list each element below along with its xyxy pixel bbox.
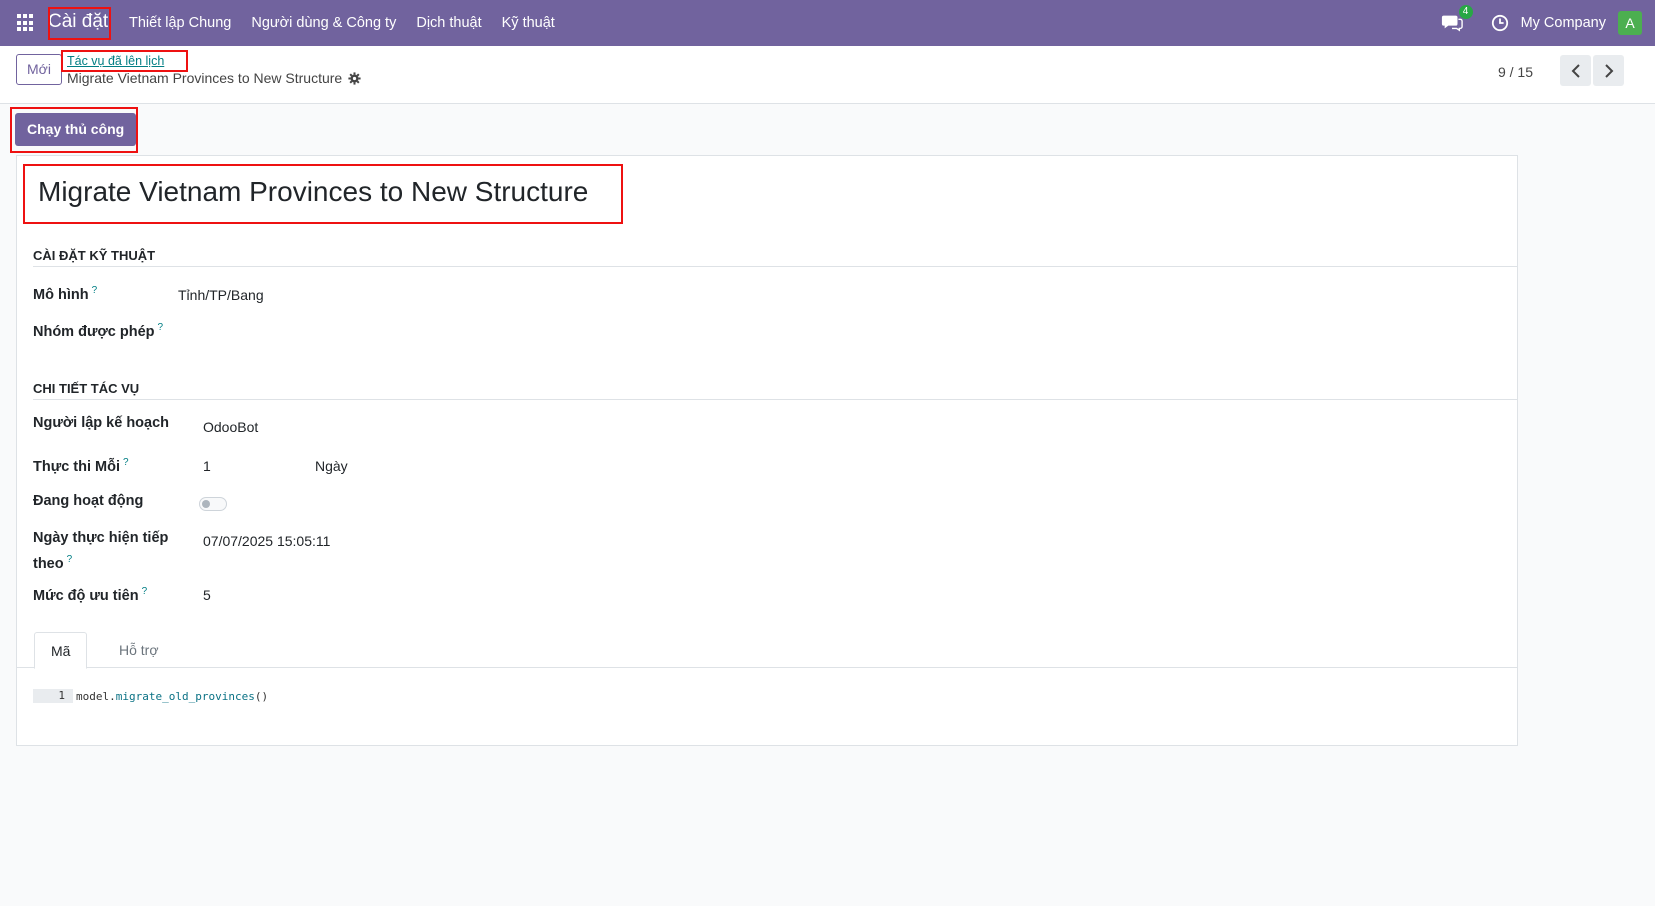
chat-icon[interactable]: 4 [1441, 5, 1473, 35]
menu-technical[interactable]: Kỹ thuật [492, 0, 565, 46]
pager-previous-button[interactable] [1560, 55, 1591, 86]
active-toggle[interactable] [199, 497, 227, 511]
top-navbar: Cài đặt Thiết lập Chung Người dùng & Côn… [0, 0, 1655, 46]
chat-count-badge: 4 [1458, 5, 1473, 19]
help-icon[interactable]: ? [92, 285, 98, 296]
help-icon[interactable]: ? [123, 457, 129, 468]
next-execution-value[interactable]: 07/07/2025 15:05:11 [203, 533, 330, 549]
chevron-left-icon [1571, 63, 1580, 78]
notebook-tabs: Mã Hỗ trợ [17, 632, 1517, 669]
navbar-systray: 4 My Company A [1441, 0, 1655, 46]
apps-grid-icon[interactable] [17, 14, 35, 32]
menu-general-settings[interactable]: Thiết lập Chung [119, 0, 241, 46]
form-sheet: Migrate Vietnam Provinces to New Structu… [16, 155, 1518, 746]
pager-next-button[interactable] [1593, 55, 1624, 86]
breadcrumb-current: Migrate Vietnam Provinces to New Structu… [67, 70, 361, 86]
help-icon[interactable]: ? [158, 322, 164, 333]
active-label: Đang hoạt động [33, 493, 144, 509]
scheduler-user-value[interactable]: OdooBot [203, 419, 258, 435]
user-avatar[interactable]: A [1618, 11, 1642, 35]
pager-value: 9 / 15 [1497, 64, 1533, 80]
chevron-right-icon [1604, 63, 1613, 78]
priority-label: Mức độ ưu tiên? [33, 586, 148, 604]
interval-unit-value[interactable]: Ngày [315, 458, 348, 474]
allowed-groups-label: Nhóm được phép? [33, 322, 164, 340]
tab-help[interactable]: Hỗ trợ [103, 632, 175, 669]
section-divider [33, 399, 1518, 400]
app-brand[interactable]: Cài đặt [48, 11, 108, 33]
clock-icon[interactable] [1491, 14, 1509, 32]
scheduler-user-label: Người lập kế hoạch [33, 415, 170, 431]
company-switcher[interactable]: My Company [1521, 15, 1606, 31]
section-task-details: CHI TIẾT TÁC VỤ [33, 381, 140, 396]
model-label: Mô hình? [33, 285, 98, 303]
breadcrumb-current-label: Migrate Vietnam Provinces to New Structu… [67, 70, 343, 86]
model-value[interactable]: Tỉnh/TP/Bang [178, 287, 264, 303]
section-technical-settings: CÀI ĐẶT KỸ THUẬT [33, 248, 156, 263]
code-editor[interactable]: 1 model.migrate_old_provinces() [33, 689, 268, 703]
help-icon[interactable]: ? [142, 586, 148, 597]
menu-translations[interactable]: Dịch thuật [406, 0, 491, 46]
record-title[interactable]: Migrate Vietnam Provinces to New Structu… [38, 176, 588, 208]
breadcrumb-parent[interactable]: Tác vụ đã lên lịch [67, 54, 164, 68]
menu-users-companies[interactable]: Người dùng & Công ty [241, 0, 406, 46]
help-icon[interactable]: ? [67, 554, 73, 565]
run-manually-button[interactable]: Chạy thủ công [15, 113, 137, 146]
interval-number-value[interactable]: 1 [203, 458, 211, 474]
interval-label: Thực thi Mỗi? [33, 457, 129, 475]
next-execution-label: Ngày thực hiện tiếp theo? [33, 530, 169, 572]
code-content[interactable]: model.migrate_old_provinces() [73, 690, 268, 703]
control-panel: Mới Tác vụ đã lên lịch Migrate Vietnam P… [0, 46, 1655, 104]
gear-icon[interactable] [348, 71, 361, 85]
new-button[interactable]: Mới [16, 54, 62, 85]
tab-code[interactable]: Mã [34, 632, 88, 669]
section-divider [33, 266, 1518, 267]
code-line-number: 1 [33, 689, 73, 703]
main-menu: Thiết lập Chung Người dùng & Công ty Dịc… [119, 0, 565, 46]
priority-value[interactable]: 5 [203, 587, 211, 603]
